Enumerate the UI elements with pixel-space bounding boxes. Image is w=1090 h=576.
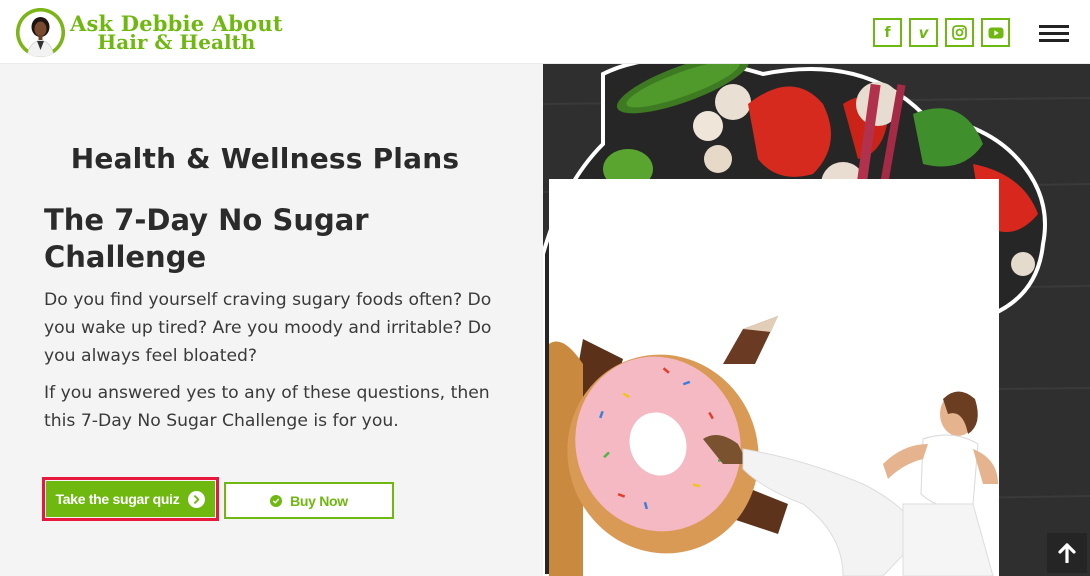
vimeo-icon: v xyxy=(918,23,929,42)
section-title: Health & Wellness Plans xyxy=(70,142,460,175)
facebook-link[interactable]: f xyxy=(873,18,902,47)
logo-line-2: Hair & Health xyxy=(97,29,256,54)
hero-illustration xyxy=(543,64,1090,576)
intro-paragraph: Do you find yourself craving sugary food… xyxy=(44,290,492,366)
take-sugar-quiz-button[interactable]: Take the sugar quiz xyxy=(46,481,215,517)
logo-text: Ask Debbie About Hair & Health xyxy=(70,13,283,54)
hamburger-menu-icon[interactable] xyxy=(1039,25,1069,42)
instagram-link[interactable] xyxy=(945,18,974,47)
quiz-button-label: Take the sugar quiz xyxy=(55,491,180,507)
content-panel: Health & Wellness Plans The 7-Day No Sug… xyxy=(0,64,543,576)
logo-avatar xyxy=(16,8,65,57)
social-links: f v xyxy=(873,18,1010,47)
instagram-icon xyxy=(952,25,967,40)
hero-image xyxy=(543,64,1090,576)
site-logo[interactable]: Ask Debbie About Hair & Health xyxy=(16,8,283,57)
vimeo-link[interactable]: v xyxy=(909,18,938,47)
plan-title: The 7-Day No Sugar Challenge xyxy=(44,203,369,274)
scroll-to-top-button[interactable] xyxy=(1047,533,1087,573)
youtube-icon xyxy=(988,27,1003,38)
arrow-right-circle-icon xyxy=(188,490,206,508)
arrow-up-icon xyxy=(1058,543,1076,563)
youtube-link[interactable] xyxy=(981,18,1010,47)
check-circle-icon xyxy=(270,494,283,507)
facebook-icon: f xyxy=(884,24,891,41)
site-header: Ask Debbie About Hair & Health f v xyxy=(0,0,1090,64)
buy-now-label: Buy Now xyxy=(290,492,348,509)
buy-now-button[interactable]: Buy Now xyxy=(224,482,394,519)
call-to-action-paragraph: If you answered yes to any of these ques… xyxy=(44,383,490,431)
